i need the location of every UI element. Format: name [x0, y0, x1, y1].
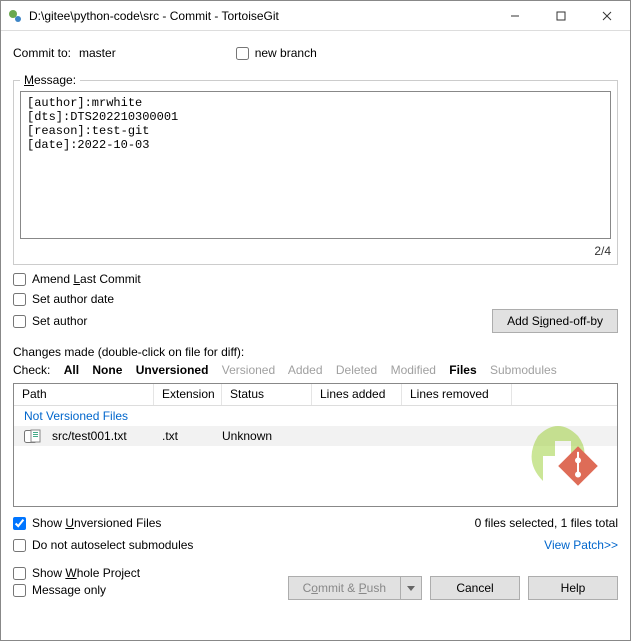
view-patch-link[interactable]: View Patch>> [544, 538, 618, 552]
help-button[interactable]: Help [528, 576, 618, 600]
set-author-date-checkbox[interactable]: Set author date [13, 292, 618, 306]
show-whole-project-label: Show Whole Project [32, 566, 140, 580]
section-not-versioned: Not Versioned Files [14, 406, 617, 426]
amend-last-commit-input[interactable] [13, 273, 26, 286]
chevron-down-icon [407, 584, 415, 592]
amend-last-commit-label: Amend Last Commit [32, 272, 141, 286]
file-ext: .txt [154, 427, 214, 445]
amend-last-commit-checkbox[interactable]: Amend Last Commit [13, 272, 618, 286]
window-title: D:\gitee\python-code\src - Commit - Tort… [29, 9, 492, 23]
col-status[interactable]: Status [222, 384, 312, 405]
file-path: src/test001.txt [44, 427, 154, 445]
do-not-autoselect-input[interactable] [13, 539, 26, 552]
message-counter: 2/4 [20, 244, 611, 258]
minimize-button[interactable] [492, 1, 538, 31]
filter-added[interactable]: Added [288, 363, 323, 377]
message-legend-text: essage: [34, 73, 76, 87]
filter-none[interactable]: None [92, 363, 122, 377]
file-status: Unknown [214, 427, 304, 445]
titlebar: D:\gitee\python-code\src - Commit - Tort… [1, 1, 630, 31]
file-icon [28, 429, 44, 443]
check-label: Check: [13, 363, 50, 377]
filter-versioned[interactable]: Versioned [222, 363, 275, 377]
do-not-autoselect-label: Do not autoselect submodules [32, 538, 193, 552]
commit-message-input[interactable] [20, 91, 611, 239]
col-path[interactable]: Path [14, 384, 154, 405]
cancel-button[interactable]: Cancel [430, 576, 520, 600]
maximize-button[interactable] [538, 1, 584, 31]
set-author-checkbox[interactable]: Set author [13, 314, 87, 328]
file-row[interactable]: src/test001.txt .txt Unknown [14, 426, 617, 446]
message-legend: Message: [20, 73, 80, 87]
col-extension[interactable]: Extension [154, 384, 222, 405]
commit-push-button[interactable]: Commit & Push [288, 576, 400, 600]
show-unversioned-input[interactable] [13, 517, 26, 530]
selection-summary: 0 files selected, 1 files total [475, 516, 618, 530]
filter-unversioned[interactable]: Unversioned [136, 363, 209, 377]
show-whole-project-checkbox[interactable]: Show Whole Project [13, 566, 288, 580]
show-unversioned-label: Show Unversioned Files [32, 516, 161, 530]
filter-files[interactable]: Files [449, 363, 476, 377]
col-lines-added[interactable]: Lines added [312, 384, 402, 405]
show-unversioned-checkbox[interactable]: Show Unversioned Files [13, 516, 161, 530]
set-author-date-label: Set author date [32, 292, 114, 306]
set-author-label: Set author [32, 314, 87, 328]
show-whole-project-input[interactable] [13, 567, 26, 580]
commit-to-label: Commit to: [13, 46, 71, 60]
filter-submodules[interactable]: Submodules [490, 363, 557, 377]
col-lines-removed[interactable]: Lines removed [402, 384, 512, 405]
set-author-input[interactable] [13, 315, 26, 328]
check-filters: Check: All None Unversioned Versioned Ad… [13, 363, 618, 377]
message-group: Message: 2/4 [13, 73, 618, 265]
filter-all[interactable]: All [64, 363, 79, 377]
changes-made-label: Changes made (double-click on file for d… [13, 345, 618, 359]
filter-deleted[interactable]: Deleted [336, 363, 377, 377]
commit-push-dropdown[interactable] [400, 576, 422, 600]
new-branch-label: new branch [255, 46, 317, 60]
close-button[interactable] [584, 1, 630, 31]
new-branch-checkbox[interactable]: new branch [236, 46, 317, 60]
message-only-checkbox[interactable]: Message only [13, 583, 288, 597]
file-lines-added [304, 434, 394, 438]
commit-push-split-button[interactable]: Commit & Push [288, 576, 422, 600]
commit-header-row: Commit to: master new branch [13, 43, 618, 63]
filter-modified[interactable]: Modified [391, 363, 436, 377]
new-branch-input[interactable] [236, 47, 249, 60]
set-author-date-input[interactable] [13, 293, 26, 306]
message-only-input[interactable] [13, 584, 26, 597]
file-list-header: Path Extension Status Lines added Lines … [14, 384, 617, 406]
add-signed-off-by-button[interactable]: Add Signed-off-by [492, 309, 618, 333]
branch-name: master [79, 46, 116, 60]
message-only-label: Message only [32, 583, 106, 597]
file-list: Path Extension Status Lines added Lines … [13, 383, 618, 507]
do-not-autoselect-checkbox[interactable]: Do not autoselect submodules [13, 538, 193, 552]
file-lines-removed [394, 434, 504, 438]
app-icon [7, 8, 23, 24]
